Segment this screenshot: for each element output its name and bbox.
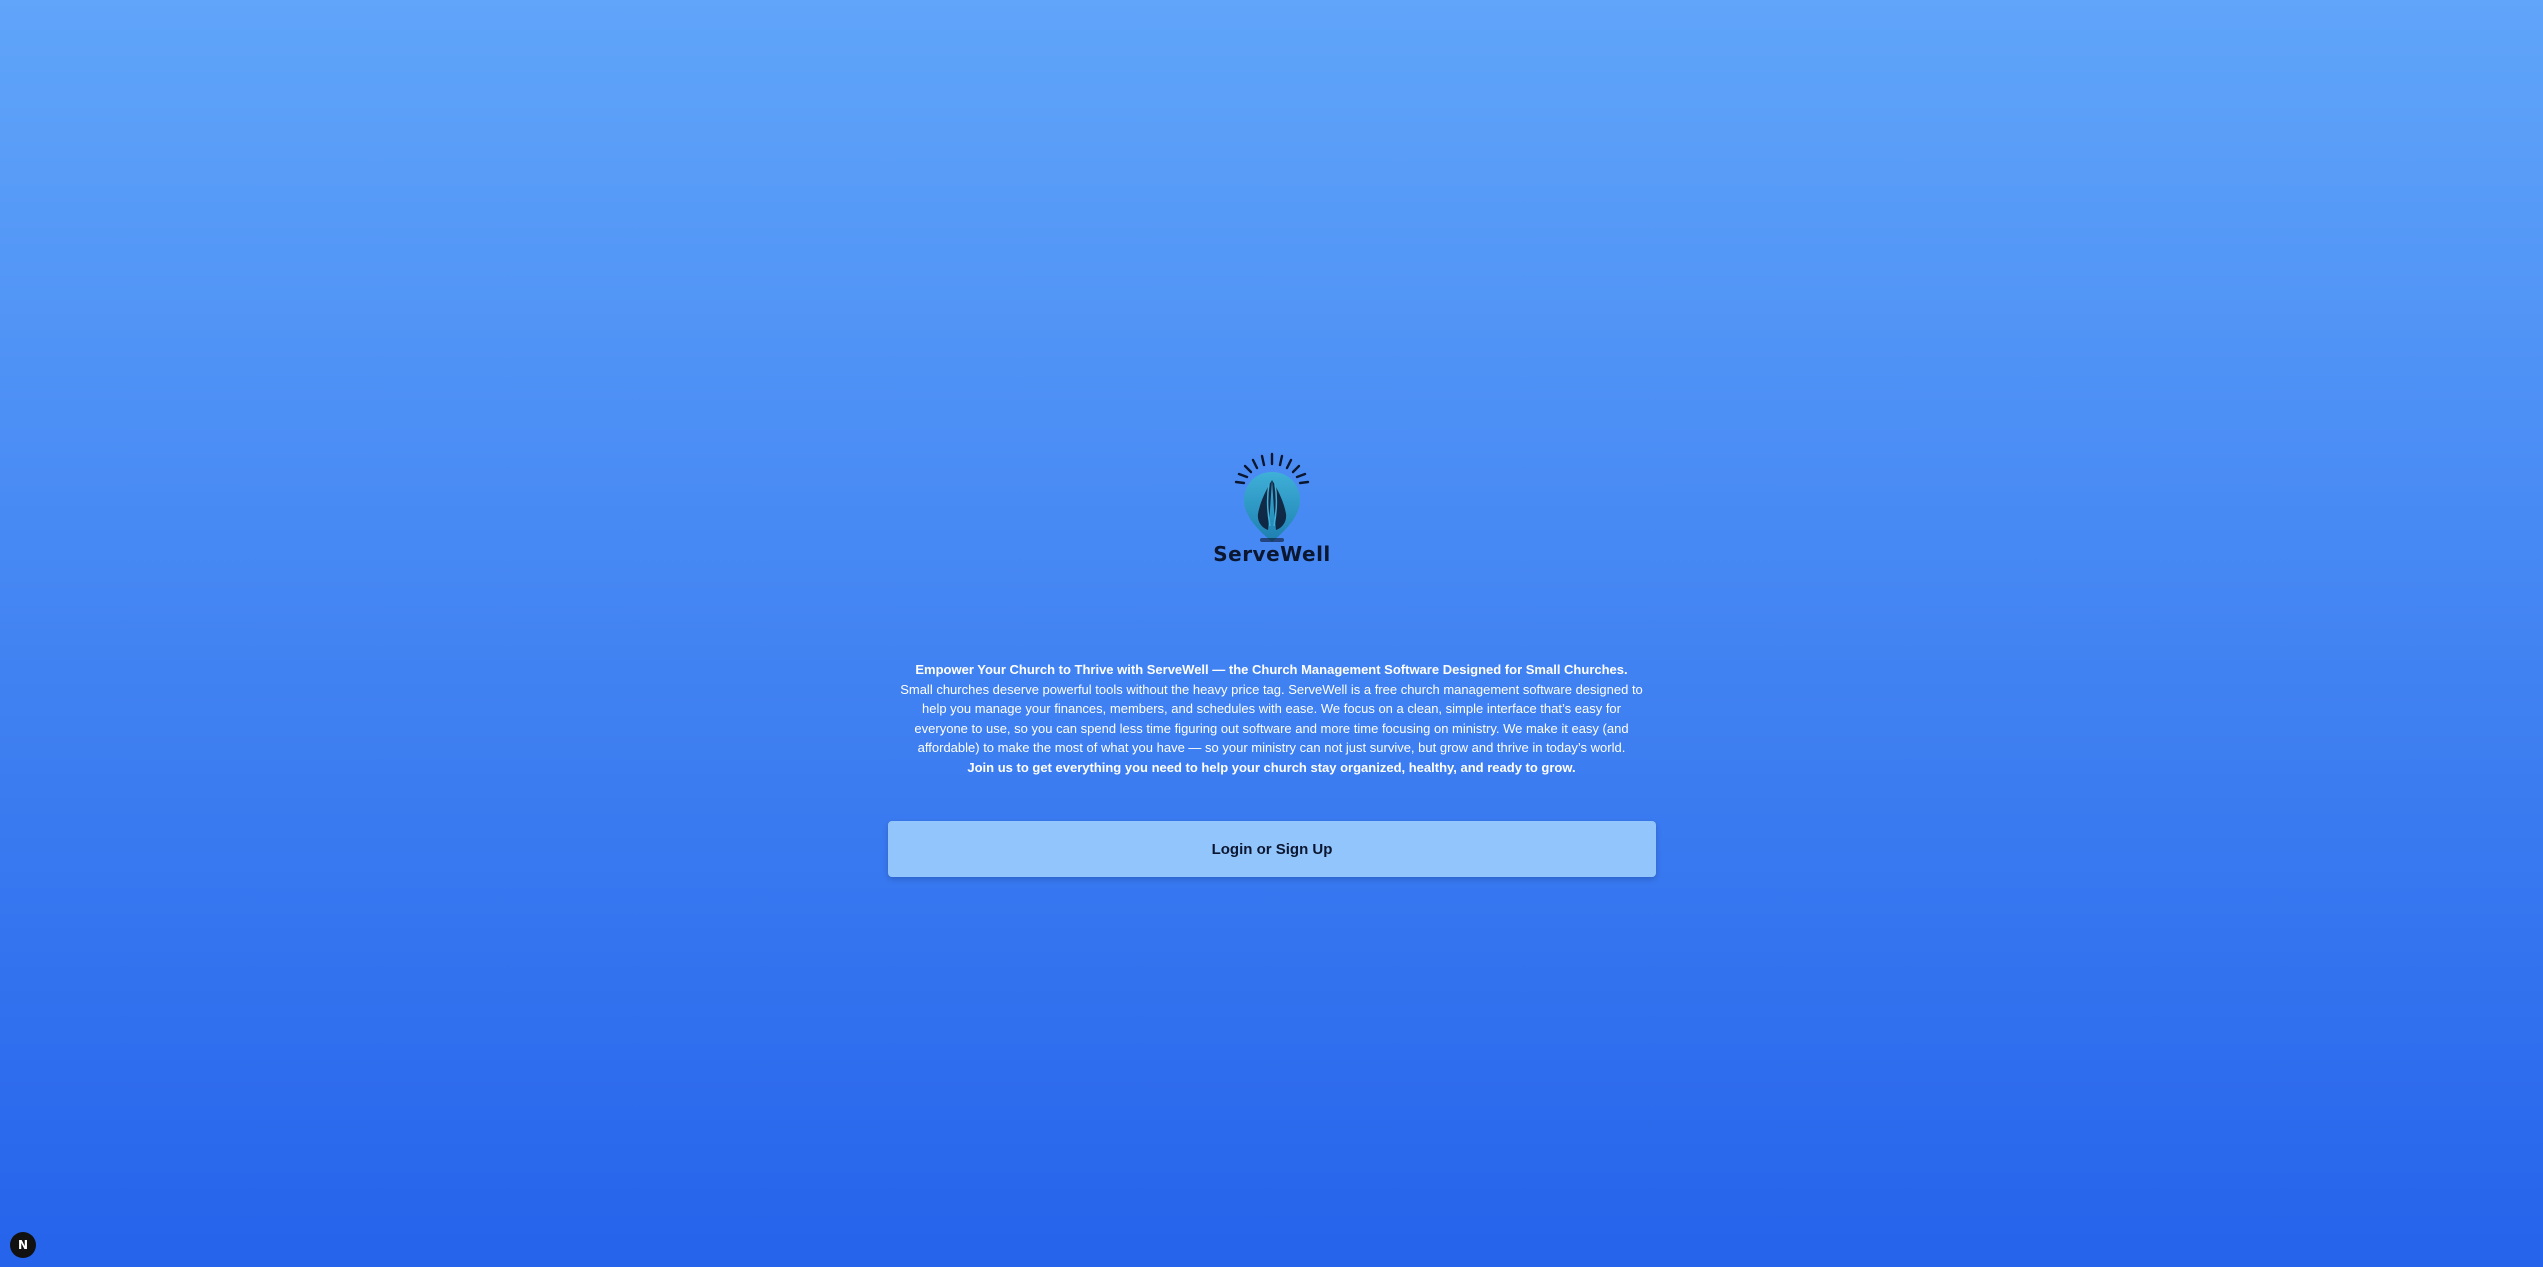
nextjs-icon[interactable]: N (10, 1232, 36, 1258)
intro-text: Empower Your Church to Thrive with Serve… (900, 660, 1643, 777)
login-signup-button[interactable]: Login or Sign Up (888, 821, 1656, 877)
intro-closing: Join us to get everything you need to he… (967, 759, 1576, 775)
brand-name: ServeWell (1213, 542, 1331, 566)
intro-headline: Empower Your Church to Thrive with Serve… (915, 662, 1628, 677)
intro-body: Small churches deserve powerful tools wi… (900, 681, 1643, 756)
dev-badge-letter: N (17, 1238, 29, 1252)
